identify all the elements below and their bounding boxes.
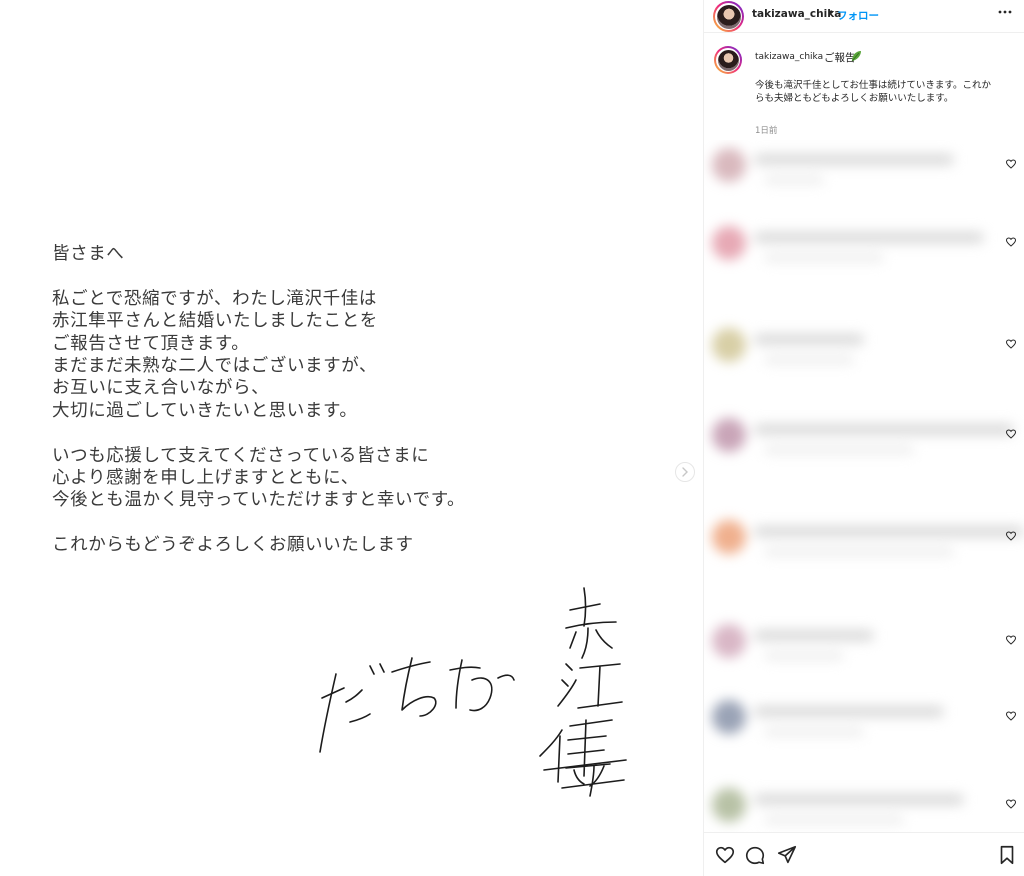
redacted-text [754, 706, 944, 717]
redacted-text [764, 652, 844, 660]
comment-like-icon[interactable] [1005, 236, 1017, 248]
redacted-text [764, 548, 954, 556]
redacted-comment [704, 218, 1004, 288]
avatar[interactable] [713, 1, 744, 32]
comment-item[interactable] [704, 140, 1024, 210]
commenter-avatar [712, 418, 746, 452]
redacted-text [754, 630, 874, 641]
redacted-text [754, 334, 864, 345]
comment-item[interactable] [704, 616, 1024, 686]
comment-item[interactable] [704, 512, 1024, 582]
caption-text: 今後も滝沢千佳としてお仕事は続けていきます。これからも夫婦ともどもよろしくお願い… [755, 80, 991, 104]
redacted-comment [704, 140, 1004, 210]
redacted-comment [704, 512, 1024, 582]
redacted-comment [704, 320, 1004, 390]
redacted-comment [704, 780, 1004, 832]
comment-item[interactable] [704, 410, 1024, 480]
commenter-avatar [712, 328, 746, 362]
letter-line [52, 422, 465, 444]
share-icon [777, 845, 797, 864]
save-button[interactable] [996, 844, 1018, 866]
redacted-comment [704, 410, 1014, 480]
comment-item[interactable] [704, 218, 1024, 288]
letter-line: 大切に過ごしていきたいと思います。 [52, 400, 358, 421]
redacted-text [754, 794, 964, 805]
commenter-avatar [712, 226, 746, 260]
comment-like-icon[interactable] [1005, 634, 1017, 646]
comment-like-icon[interactable] [1005, 798, 1017, 810]
post-header: takizawa_chika • フォロー [704, 0, 1024, 33]
redacted-text [764, 728, 864, 736]
caption-username[interactable]: takizawa_chika [755, 52, 823, 62]
redacted-text [754, 424, 1014, 435]
like-button[interactable] [714, 844, 736, 866]
redacted-text [764, 816, 904, 824]
redacted-text [764, 176, 824, 184]
post-image[interactable]: 皆さまへ 私ごとで恐縮ですが、わたし滝沢千佳は 赤江隼平さんと結婚いたしましたこ… [0, 0, 703, 876]
letter-line: お互いに支え合いながら、 [52, 378, 270, 399]
comment-item[interactable] [704, 320, 1024, 390]
avatar[interactable] [714, 46, 742, 74]
redacted-text [764, 356, 854, 364]
letter-line: まだまだ未熟な二人ではございますが、 [52, 355, 378, 376]
redacted-comment [704, 616, 1004, 686]
post-caption: takizawa_chika ご報告 今後も滝沢千佳としてお仕事は続けていきます… [704, 42, 1024, 138]
redacted-text [764, 446, 914, 454]
commenter-avatar [712, 148, 746, 182]
redacted-text [764, 254, 884, 262]
commenter-avatar [712, 520, 746, 554]
comments-list[interactable] [704, 140, 1024, 832]
letter-line [52, 265, 465, 287]
leaf-icon [851, 51, 861, 62]
comment-button[interactable] [744, 844, 766, 866]
more-horizontal-icon [998, 10, 1012, 14]
letter-line: 私ごとで恐縮ですが、わたし滝沢千佳は [52, 288, 377, 309]
comment-like-icon[interactable] [1005, 338, 1017, 350]
letter-line: 心より感謝を申し上げますとともに、 [52, 467, 359, 488]
share-button[interactable] [776, 844, 798, 866]
handwritten-signature [319, 587, 627, 797]
post-timestamp[interactable]: 1日前 [755, 124, 777, 136]
comment-item[interactable] [704, 780, 1024, 832]
follow-button[interactable]: フォロー [837, 8, 879, 23]
chevron-right-icon [682, 467, 688, 477]
letter-line: 今後とも温かく見守っていただけますと幸いです。 [52, 490, 466, 511]
post-side-panel: takizawa_chika • フォロー takizawa_chika ご報告… [703, 0, 1024, 876]
comment-like-icon[interactable] [1005, 530, 1017, 542]
redacted-comment [704, 692, 1004, 762]
comment-like-icon[interactable] [1005, 158, 1017, 170]
next-image-button[interactable] [675, 462, 695, 482]
action-bar [704, 832, 1024, 876]
letter-line: 皆さまへ [52, 244, 125, 264]
comment-item[interactable] [704, 692, 1024, 762]
redacted-text [754, 232, 984, 243]
bookmark-icon [1000, 845, 1014, 865]
announcement-letter: 皆さまへ 私ごとで恐縮ですが、わたし滝沢千佳は 赤江隼平さんと結婚いたしましたこ… [52, 243, 465, 556]
commenter-avatar [712, 788, 746, 822]
letter-line: 赤江隼平さんと結婚いたしましたことを [52, 311, 378, 332]
letter-line: ご報告させて頂きます。 [52, 333, 250, 354]
redacted-text [754, 154, 954, 165]
letter-line [52, 512, 465, 534]
letter-line: これからもどうぞよろしくお願いいたします [52, 535, 414, 556]
commenter-avatar [712, 624, 746, 658]
separator-dot: • [828, 6, 835, 19]
commenter-avatar [712, 700, 746, 734]
heart-icon [715, 846, 735, 864]
more-options-button[interactable] [997, 6, 1013, 22]
comment-like-icon[interactable] [1005, 428, 1017, 440]
letter-line: いつも応援して支えてくださっている皆さまに [52, 445, 430, 466]
comment-like-icon[interactable] [1005, 710, 1017, 722]
redacted-text [754, 526, 1024, 537]
comment-icon [745, 846, 765, 865]
